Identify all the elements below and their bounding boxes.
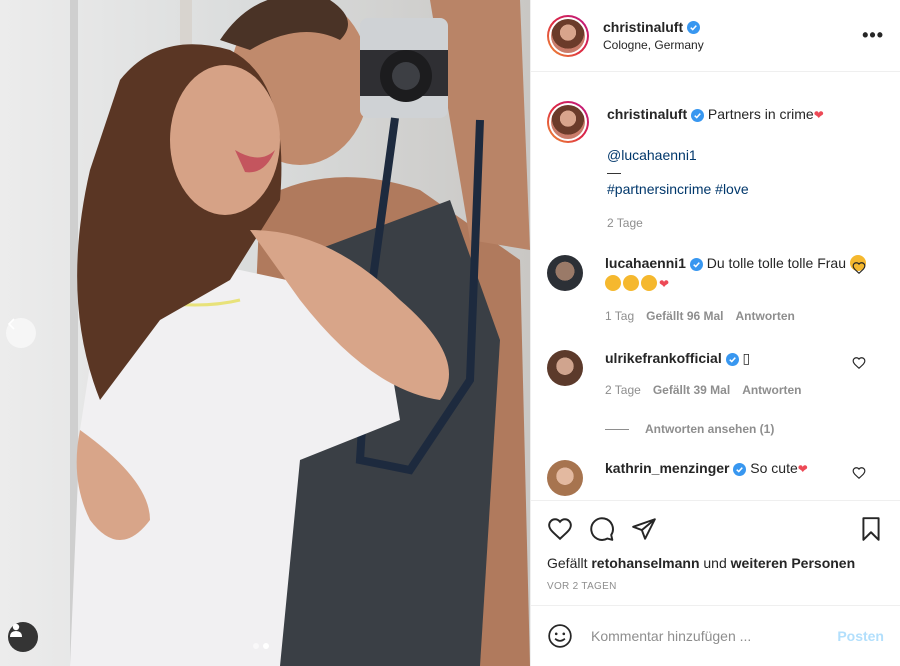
view-replies-button[interactable]: Antworten ansehen (1) [605, 422, 884, 436]
caption-avatar[interactable] [547, 101, 589, 143]
caption-username[interactable]: christinaluft [607, 106, 687, 122]
caption-time[interactable]: 2 Tage [607, 213, 643, 233]
post-location[interactable]: Cologne, Germany [603, 38, 704, 52]
caption-hashtags[interactable]: #partnersincrime #love [607, 181, 749, 197]
comment-bubble-icon[interactable] [589, 516, 615, 542]
comment-text: Du tolle tolle tolle Frau [706, 255, 846, 271]
comment-input[interactable] [591, 628, 838, 644]
comment-likes[interactable]: Gefällt 96 Mal [646, 306, 723, 326]
verified-badge-icon [733, 462, 747, 476]
author-username[interactable]: christinaluft [603, 19, 683, 35]
post-comment-button[interactable]: Posten [837, 628, 884, 644]
more-options-button[interactable]: ••• [862, 26, 884, 44]
comments-list[interactable]: christinaluft Partners in crime❤ @lucaha… [531, 73, 900, 500]
caption-separator: — [607, 164, 621, 180]
like-comment-heart-icon[interactable] [852, 466, 866, 480]
chevron-left-icon [7, 318, 15, 330]
view-replies-label: Antworten ansehen (1) [645, 422, 775, 436]
commenter-username[interactable]: kathrin_menzinger [605, 460, 729, 476]
post-photo[interactable] [0, 0, 530, 666]
commenter-avatar[interactable] [547, 255, 583, 291]
comment-likes[interactable]: Gefällt 39 Mal [653, 380, 730, 400]
smiling-emoji-icon [641, 275, 657, 291]
like-comment-heart-icon[interactable] [852, 261, 866, 275]
emoji-picker-icon[interactable] [547, 623, 573, 649]
comment-item: kathrin_menzinger So cute❤ [547, 458, 884, 496]
comment-time[interactable]: 2 Tage [605, 380, 641, 400]
caption-mention[interactable]: @lucahaenni1 [607, 147, 697, 163]
carousel-indicator [253, 643, 269, 649]
heart-emoji-icon: ❤ [797, 462, 808, 476]
commenter-avatar[interactable] [547, 460, 583, 496]
likes-middle: und [703, 555, 727, 571]
commenter-avatar[interactable] [547, 350, 583, 386]
author-avatar[interactable] [547, 14, 589, 57]
user-icon [10, 623, 22, 637]
tagged-users-button[interactable] [8, 622, 38, 652]
carousel-dot-active [263, 643, 269, 649]
smiling-emoji-icon [605, 275, 621, 291]
carousel-dot [253, 643, 259, 649]
verified-badge-icon [725, 352, 739, 366]
caption: christinaluft Partners in crime❤ @lucaha… [547, 101, 884, 233]
comment-time[interactable]: 1 Tag [605, 306, 634, 326]
comment-item: lucahaenni1 Du tolle tolle tolle Frau ❤ … [547, 253, 884, 326]
save-bookmark-icon[interactable] [858, 516, 884, 542]
likes-summary[interactable]: Gefällt retohanselmann und weiteren Pers… [547, 555, 884, 571]
add-comment-bar: Posten [531, 605, 900, 666]
post-timestamp[interactable]: VOR 2 TAGEN [547, 581, 884, 592]
verified-badge-icon [689, 257, 703, 271]
comment-reply-button[interactable]: Antworten [736, 306, 795, 326]
caption-text: Partners in crime [707, 106, 814, 122]
heart-emoji-icon: ❤ [813, 108, 824, 122]
likes-others[interactable]: weiteren Personen [731, 555, 856, 571]
comment-text: ▯ [742, 350, 751, 366]
verified-badge-icon [691, 108, 705, 122]
verified-badge-icon [687, 20, 701, 34]
likes-user[interactable]: retohanselmann [591, 555, 699, 571]
commenter-username[interactable]: ulrikefrankofficial [605, 350, 722, 366]
like-heart-icon[interactable] [547, 516, 573, 542]
post-header: christinaluft Cologne, Germany ••• [531, 0, 900, 72]
post-side-panel: christinaluft Cologne, Germany ••• chris… [530, 0, 900, 666]
comment-text: So cute [750, 460, 798, 476]
comment-item: ulrikefrankofficial ▯ 2 Tage Gefällt 39 … [547, 348, 884, 400]
smiling-emoji-icon [623, 275, 639, 291]
heart-emoji-icon: ❤ [659, 277, 670, 291]
likes-prefix: Gefällt [547, 555, 588, 571]
commenter-username[interactable]: lucahaenni1 [605, 255, 686, 271]
share-paper-plane-icon[interactable] [631, 516, 657, 542]
carousel-prev-button[interactable] [6, 318, 36, 348]
like-comment-heart-icon[interactable] [852, 356, 866, 370]
replies-divider [605, 428, 629, 430]
comment-reply-button[interactable]: Antworten [742, 380, 801, 400]
post-actions: Gefällt retohanselmann und weiteren Pers… [531, 500, 900, 592]
photo-illustration [0, 0, 530, 666]
